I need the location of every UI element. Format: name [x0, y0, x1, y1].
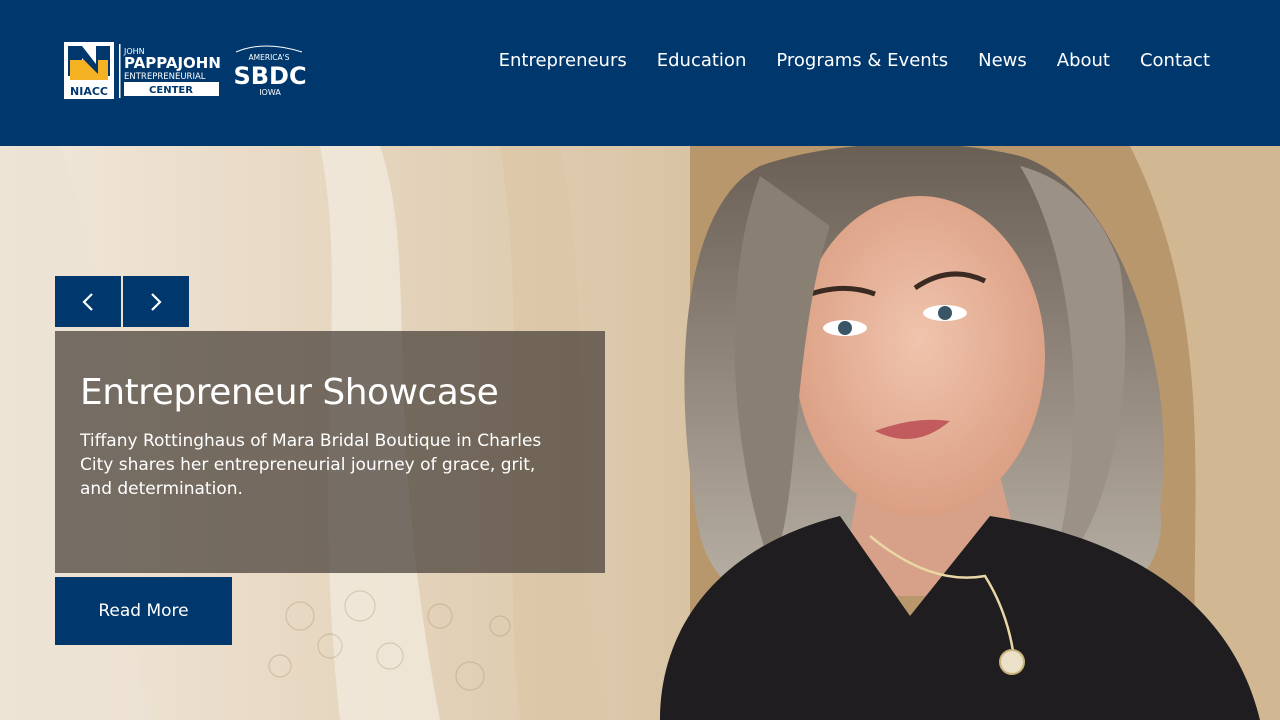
hero-slider: Entrepreneur Showcase Tiffany Rottinghau…	[0, 146, 1280, 720]
svg-text:SBDC: SBDC	[233, 62, 306, 90]
nav-education[interactable]: Education	[657, 48, 747, 74]
site-header: NIACC JOHN PAPPAJOHN ENTREPRENEURIAL CEN…	[0, 0, 1280, 146]
chevron-right-icon	[151, 292, 162, 311]
niacc-pappajohn-sbdc-logo[interactable]: NIACC JOHN PAPPAJOHN ENTREPRENEURIAL CEN…	[64, 42, 314, 100]
nav-contact[interactable]: Contact	[1140, 48, 1210, 74]
main-nav: Entrepreneurs Education Programs & Event…	[499, 48, 1210, 74]
slide-title: Entrepreneur Showcase	[80, 372, 499, 413]
svg-text:IOWA: IOWA	[259, 88, 281, 97]
svg-text:AMERICA'S: AMERICA'S	[249, 53, 290, 62]
svg-text:PAPPAJOHN: PAPPAJOHN	[124, 54, 221, 72]
slider-next-button[interactable]	[123, 276, 189, 327]
slide-caption: Entrepreneur Showcase Tiffany Rottinghau…	[55, 331, 605, 573]
nav-programs-events[interactable]: Programs & Events	[776, 48, 948, 74]
slider-prev-button[interactable]	[55, 276, 121, 327]
nav-entrepreneurs[interactable]: Entrepreneurs	[499, 48, 627, 74]
svg-text:ENTREPRENEURIAL: ENTREPRENEURIAL	[124, 72, 206, 82]
chevron-left-icon	[82, 292, 93, 311]
read-more-button[interactable]: Read More	[55, 577, 232, 645]
slider-controls	[55, 276, 189, 327]
slide-description: Tiffany Rottinghaus of Mara Bridal Bouti…	[80, 431, 542, 499]
nav-news[interactable]: News	[978, 48, 1027, 74]
svg-text:NIACC: NIACC	[70, 85, 108, 98]
svg-text:CENTER: CENTER	[149, 85, 193, 96]
nav-about[interactable]: About	[1057, 48, 1110, 74]
